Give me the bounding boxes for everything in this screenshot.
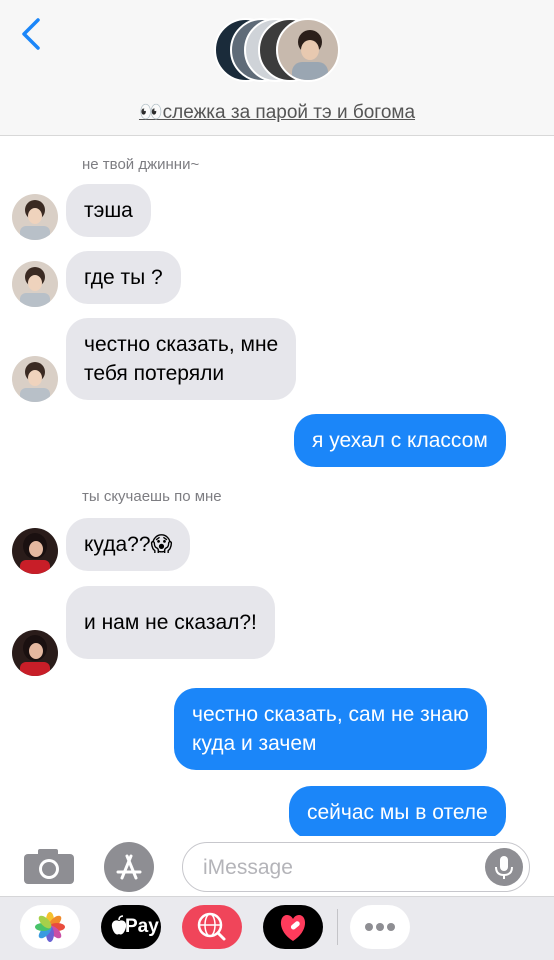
drawer-divider [337,909,338,945]
more-apps-button[interactable] [350,905,410,949]
outgoing-message-bubble[interactable]: сейчас мы в отеле [289,786,506,836]
app-store-button[interactable] [104,842,154,892]
incoming-message-bubble[interactable]: честно сказать, мне тебя потеряли [66,318,297,400]
imessage-input[interactable]: iMessage [182,842,530,892]
photos-app-button[interactable] [20,905,80,949]
avatar[interactable] [12,528,58,574]
app-store-icon [116,854,142,880]
avatar[interactable] [12,356,58,402]
incoming-message-bubble[interactable]: куда??😱 [66,518,191,571]
apple-pay-app-button[interactable]: Pay [101,905,161,949]
imessage-placeholder: iMessage [203,856,293,879]
apple-pay-label: Pay [125,916,159,937]
message-list[interactable]: не твой джинни~ тэша где ты ? честно ска… [0,136,554,836]
outgoing-message-bubble[interactable]: я уехал с классом [294,414,506,467]
digital-touch-app-button[interactable] [263,905,323,949]
conversation-header: 👀слежка за парой тэ и богома [0,0,554,136]
more-dots-icon [365,923,395,931]
avatar[interactable] [12,630,58,676]
dictation-button[interactable] [485,848,523,886]
avatar[interactable] [12,194,58,240]
image-search-app-button[interactable] [182,905,242,949]
heart-touch-icon [280,915,306,941]
photos-icon [35,912,65,942]
outgoing-message-bubble[interactable]: честно сказать, сам не знаю куда и зачем [174,688,487,770]
incoming-message-bubble[interactable]: и нам не сказал?! [66,586,275,659]
camera-icon[interactable] [22,846,76,886]
group-avatar [276,18,340,82]
group-avatars[interactable] [214,18,344,84]
sender-name: не твой джинни~ [82,156,200,173]
sender-name: ты скучаешь по мне [82,488,222,505]
globe-search-icon [197,912,226,941]
back-chevron-icon[interactable] [14,14,48,54]
group-title[interactable]: 👀слежка за парой тэ и богома [0,100,554,124]
microphone-icon [495,856,513,879]
compose-bar: iMessage [0,836,554,896]
incoming-message-bubble[interactable]: где ты ? [66,251,181,304]
incoming-message-bubble[interactable]: тэша [66,184,151,237]
avatar[interactable] [12,261,58,307]
app-drawer: Pay [0,896,554,960]
